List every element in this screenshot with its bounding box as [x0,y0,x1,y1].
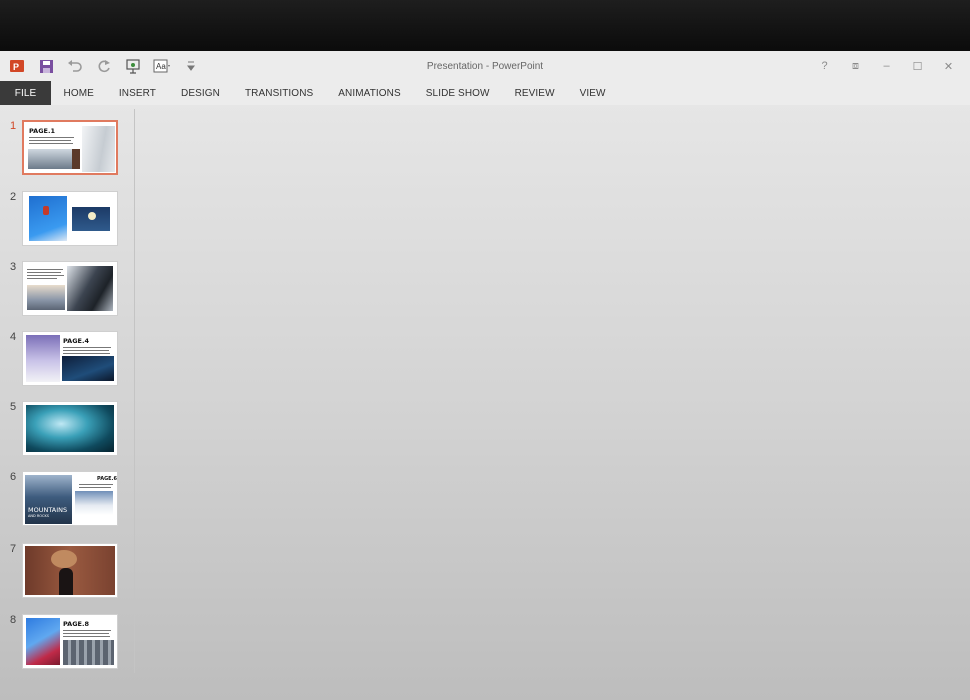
text-line [29,137,74,138]
slide-caption: MOUNTAINS [28,506,68,514]
tab-animations[interactable]: ANIMATIONS [326,81,413,105]
snow-mountain-photo [75,491,113,515]
snow-trees-photo [26,335,60,382]
columns-photo [63,640,114,665]
slide-thumbnail[interactable]: MOUNTAINS AND ROCKS PAGE.6 [22,471,118,526]
slide-number: 1 [10,120,17,132]
slide-heading: PAGE.6 [97,476,117,482]
slide-item[interactable]: 7 [0,543,130,599]
slide-subcaption: AND ROCKS [28,514,49,518]
slide-item[interactable]: 1 PAGE.1 [0,120,130,176]
slide-thumbnail[interactable]: PAGE.8 [22,614,118,669]
slide-item[interactable]: 2 [0,191,130,247]
text-line [63,347,111,348]
text-line [63,350,109,351]
slide-thumbnail[interactable] [22,401,118,456]
text-line [27,278,57,279]
text-line [63,630,111,631]
slide-number: 6 [10,471,17,483]
landscape-photo [27,285,65,310]
tab-design[interactable]: DESIGN [169,81,233,105]
help-button[interactable]: ? [809,58,840,74]
ribbon-display-options-button[interactable]: ⧈ [840,58,871,74]
text-line [63,633,109,634]
slide-heading: PAGE.1 [29,127,55,135]
portrait-hair [51,550,77,568]
close-button[interactable]: ✕ [933,58,964,74]
maximize-button[interactable]: ☐ [902,58,933,74]
moon-shape [88,212,96,220]
text-line [29,143,73,144]
slide-thumbnail-pane: 1 PAGE.1 2 3 4 PAGE.4 5 6 MOUNTAINS AND … [0,105,135,700]
text-line [63,353,110,354]
tab-review[interactable]: REVIEW [502,81,567,105]
skier-figure [43,206,49,215]
slide-thumbnail[interactable]: PAGE.4 [22,331,118,386]
slide-heading: PAGE.8 [63,620,89,628]
portrait-figure [59,568,73,595]
slide-item[interactable]: 5 [0,401,130,457]
tab-transitions[interactable]: TRANSITIONS [232,81,325,105]
slide-heading: PAGE.4 [63,337,89,345]
skier-photo [29,196,67,241]
text-line [29,140,71,141]
slide-item[interactable]: 6 MOUNTAINS AND ROCKS PAGE.6 [0,471,130,527]
text-line [27,275,64,276]
architecture-photo-detail [72,149,80,169]
slide-number: 4 [10,331,17,343]
slide-number: 5 [10,401,17,413]
slide-number: 8 [10,614,17,626]
ice-cave-wide-photo [26,405,114,452]
slide-item[interactable]: 8 PAGE.8 [0,614,130,670]
colorful-building-photo [26,618,60,665]
architecture-photo [28,149,78,169]
text-line [79,487,111,488]
ice-cave-photo [62,356,114,381]
slide-number: 7 [10,543,17,555]
tab-file[interactable]: FILE [0,81,51,105]
slide-number: 2 [10,191,17,203]
title-bar: P Aa Presentation - PowerPoint ? ⧈ – ☐ ✕ [0,51,970,81]
tab-home[interactable]: HOME [51,81,106,105]
slide-editing-area[interactable] [136,105,970,700]
text-line [63,636,110,637]
slide-thumbnail[interactable] [22,543,118,598]
slide-number: 3 [10,261,17,273]
ribbon-tabs: FILE HOME INSERT DESIGN TRANSITIONS ANIM… [0,81,970,105]
building-photo [82,126,115,172]
text-line [79,484,113,485]
screen-top-bar [0,0,970,51]
text-line [27,269,63,270]
tab-insert[interactable]: INSERT [106,81,168,105]
tab-view[interactable]: VIEW [567,81,618,105]
slide-item[interactable]: 3 [0,261,130,317]
slide-thumbnail[interactable] [22,191,118,246]
slide-item[interactable]: 4 PAGE.4 [0,331,130,387]
text-line [27,272,61,273]
powerpoint-window: P Aa Presentation - PowerPoint ? ⧈ – ☐ ✕… [0,51,970,700]
tab-slide-show[interactable]: SLIDE SHOW [413,81,502,105]
slide-thumbnail[interactable] [22,261,118,316]
slide-thumbnail[interactable]: PAGE.1 [22,120,118,175]
window-controls: ? ⧈ – ☐ ✕ [809,58,964,74]
minimize-button[interactable]: – [871,58,902,74]
rock-photo [67,266,113,311]
